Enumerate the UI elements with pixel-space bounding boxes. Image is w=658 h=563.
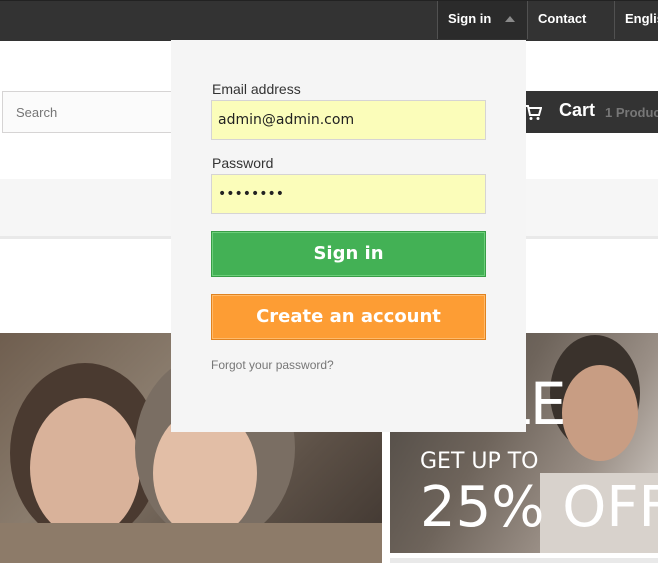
email-field[interactable] xyxy=(211,100,486,140)
banner-divider xyxy=(390,558,658,563)
forgot-password-link[interactable]: Forgot your password? xyxy=(211,358,334,372)
nav-signin-toggle[interactable]: Sign in xyxy=(437,1,527,39)
create-account-button[interactable]: Create an account xyxy=(211,294,486,340)
banner-getup-text: GET UP TO xyxy=(420,449,539,474)
email-label: Email address xyxy=(212,81,301,97)
language-selector[interactable]: English xyxy=(614,1,658,39)
signin-button[interactable]: Sign in xyxy=(211,231,486,277)
cart-icon xyxy=(525,105,542,120)
login-dropdown: Email address Password Sign in Create an… xyxy=(171,40,526,432)
nav-contact-link[interactable]: Contact us xyxy=(527,1,614,62)
nav-contact-label: Contact us xyxy=(538,11,587,62)
password-field[interactable] xyxy=(211,174,486,214)
cart-button[interactable]: Cart 1 Product xyxy=(510,91,658,133)
caret-up-icon xyxy=(505,16,515,22)
language-label: English xyxy=(625,11,658,26)
top-nav-bar: Sign in Contact us English xyxy=(0,0,658,62)
banner-discount-text: 25% OFF xyxy=(420,475,658,540)
password-label: Password xyxy=(212,155,274,171)
cart-label: Cart xyxy=(559,100,596,120)
nav-signin-label: Sign in xyxy=(448,11,492,26)
cart-count: 1 Product xyxy=(605,105,658,120)
